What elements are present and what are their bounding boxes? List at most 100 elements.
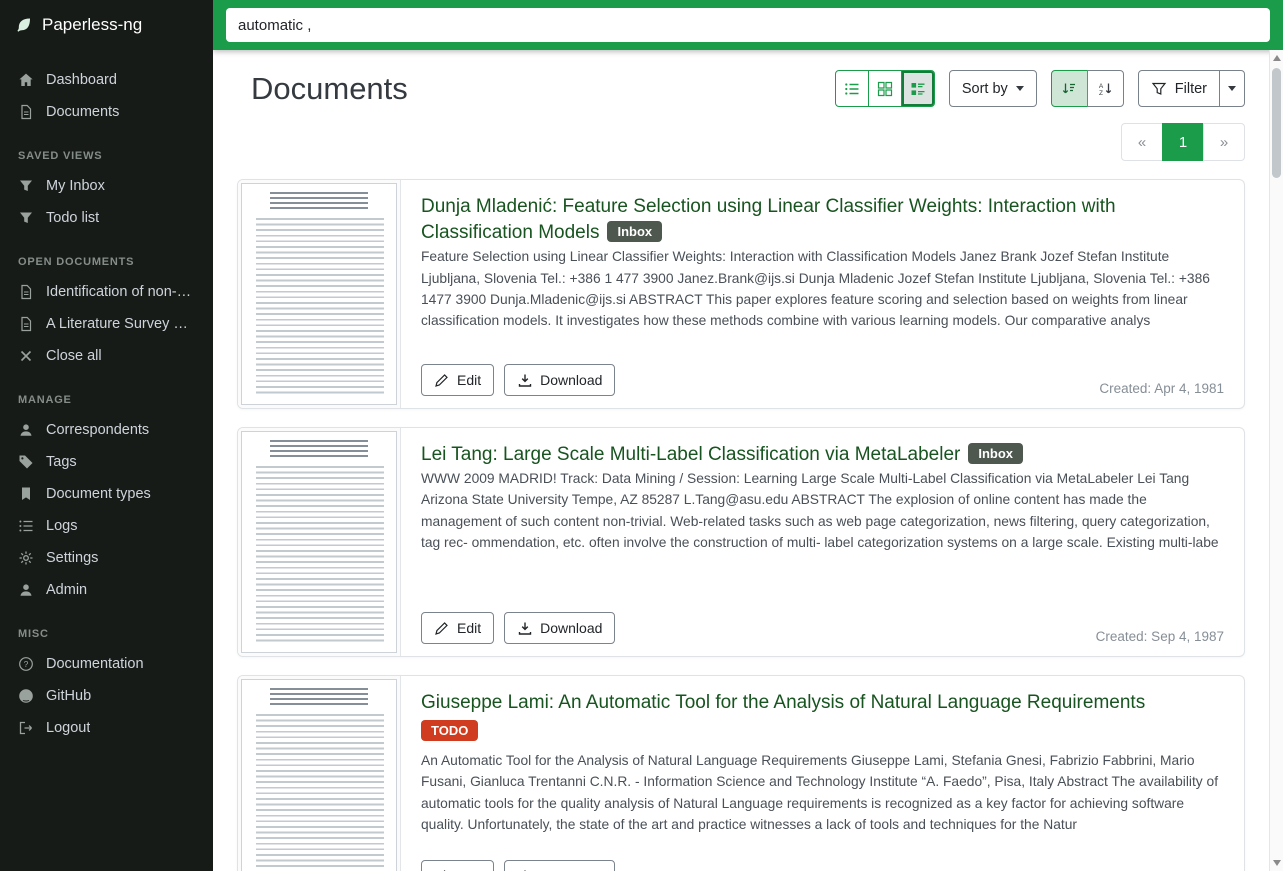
grid-view-button[interactable] bbox=[868, 70, 902, 107]
sidebar-item-document-types[interactable]: Document types bbox=[0, 478, 213, 510]
sort-descending-button[interactable] bbox=[1051, 70, 1088, 107]
top-navbar bbox=[213, 0, 1283, 50]
document-card-body: Dunja Mladenić: Feature Selection using … bbox=[401, 180, 1244, 408]
sidebar-item-todo-list[interactable]: Todo list bbox=[0, 202, 213, 234]
file-icon bbox=[18, 284, 34, 300]
document-actions: Edit Download bbox=[421, 364, 615, 396]
sidebar-item-label: Todo list bbox=[46, 210, 99, 226]
sort-alphabetical-button[interactable]: AZ bbox=[1087, 70, 1124, 107]
edit-button[interactable]: Edit bbox=[421, 860, 494, 871]
sidebar: Paperless-ng Dashboard Documents SAVED V… bbox=[0, 0, 213, 871]
sidebar-section-title: MANAGE bbox=[0, 394, 213, 406]
edit-button[interactable]: Edit bbox=[421, 612, 494, 644]
edit-button[interactable]: Edit bbox=[421, 364, 494, 396]
sidebar-item-logout[interactable]: Logout bbox=[0, 712, 213, 744]
pagination-page-1-button[interactable]: 1 bbox=[1162, 123, 1204, 161]
sidebar-item-logs[interactable]: Logs bbox=[0, 510, 213, 542]
download-button[interactable]: Download bbox=[504, 860, 615, 871]
created-date: Created: Apr 4, 1981 bbox=[1099, 381, 1224, 396]
sidebar-item-open-doc-1[interactable]: Identification of non-fu… bbox=[0, 276, 213, 308]
thumbnail-page bbox=[241, 679, 397, 871]
document-card: Dunja Mladenić: Feature Selection using … bbox=[237, 179, 1245, 409]
thumbnail-body-lines bbox=[256, 714, 384, 871]
sidebar-item-open-doc-2[interactable]: A Literature Survey on … bbox=[0, 308, 213, 340]
document-thumbnail[interactable] bbox=[238, 180, 401, 408]
svg-text:Z: Z bbox=[1099, 90, 1103, 97]
sidebar-section-open-documents: OPEN DOCUMENTS Identification of non-fu…… bbox=[0, 256, 213, 372]
tag-badge-todo[interactable]: TODO bbox=[421, 720, 478, 741]
search-input[interactable] bbox=[226, 8, 1270, 42]
home-icon bbox=[18, 72, 34, 88]
sidebar-item-my-inbox[interactable]: My Inbox bbox=[0, 170, 213, 202]
pagination-prev-button[interactable]: « bbox=[1121, 123, 1163, 161]
sidebar-section-title: MISC bbox=[0, 628, 213, 640]
vertical-scrollbar[interactable] bbox=[1269, 50, 1283, 871]
sidebar-item-admin[interactable]: Admin bbox=[0, 574, 213, 606]
sidebar-item-label: Logs bbox=[46, 518, 77, 534]
document-card-body: Giuseppe Lami: An Automatic Tool for the… bbox=[401, 676, 1244, 871]
svg-text:?: ? bbox=[24, 659, 29, 669]
app-brand[interactable]: Paperless-ng bbox=[0, 0, 213, 50]
filter-dropdown-button[interactable] bbox=[1219, 70, 1245, 107]
file-icon bbox=[18, 316, 34, 332]
document-list: Dunja Mladenić: Feature Selection using … bbox=[237, 179, 1245, 871]
sidebar-section-misc: MISC ? Documentation GitHub Logout bbox=[0, 628, 213, 744]
scrollbar-down-arrow-icon[interactable] bbox=[1273, 860, 1281, 866]
sort-alpha-icon: AZ bbox=[1097, 81, 1113, 97]
sidebar-item-label: A Literature Survey on … bbox=[46, 316, 195, 332]
document-snippet: An Automatic Tool for the Analysis of Na… bbox=[421, 750, 1224, 835]
thumbnail-body-lines bbox=[256, 466, 384, 644]
scrollbar-up-arrow-icon[interactable] bbox=[1273, 55, 1281, 61]
detail-view-button[interactable] bbox=[901, 70, 935, 107]
edit-label: Edit bbox=[457, 372, 481, 388]
filter-button[interactable]: Filter bbox=[1138, 70, 1220, 107]
thumbnail-body-lines bbox=[256, 218, 384, 396]
sidebar-item-correspondents[interactable]: Correspondents bbox=[0, 414, 213, 446]
sidebar-item-github[interactable]: GitHub bbox=[0, 680, 213, 712]
download-button[interactable]: Download bbox=[504, 612, 615, 644]
sidebar-item-dashboard[interactable]: Dashboard bbox=[0, 64, 213, 96]
sidebar-item-label: Documents bbox=[46, 104, 119, 120]
pagination-next-button[interactable]: » bbox=[1203, 123, 1245, 161]
list-view-button[interactable] bbox=[835, 70, 869, 107]
main-content: Documents Sort by bbox=[213, 50, 1269, 871]
document-thumbnail[interactable] bbox=[238, 428, 401, 656]
tag-icon bbox=[18, 454, 34, 470]
scrollbar-thumb[interactable] bbox=[1272, 68, 1281, 178]
sidebar-section-title: SAVED VIEWS bbox=[0, 150, 213, 162]
document-title-link[interactable]: Lei Tang: Large Scale Multi-Label Classi… bbox=[421, 444, 960, 465]
tag-badge-inbox[interactable]: Inbox bbox=[968, 443, 1023, 464]
document-snippet: Feature Selection using Linear Classifie… bbox=[421, 246, 1224, 331]
svg-text:A: A bbox=[1099, 83, 1104, 90]
sidebar-item-documents[interactable]: Documents bbox=[0, 96, 213, 128]
sidebar-item-label: Dashboard bbox=[46, 72, 117, 88]
download-button[interactable]: Download bbox=[504, 364, 615, 396]
sidebar-item-settings[interactable]: Settings bbox=[0, 542, 213, 574]
grid-view-icon bbox=[877, 81, 893, 97]
tag-badge-inbox[interactable]: Inbox bbox=[607, 221, 662, 242]
person-badge-icon bbox=[18, 582, 34, 598]
page-header: Documents Sort by bbox=[237, 70, 1245, 107]
document-thumbnail[interactable] bbox=[238, 676, 401, 871]
file-icon bbox=[18, 104, 34, 120]
sidebar-item-close-all[interactable]: Close all bbox=[0, 340, 213, 372]
document-title-link[interactable]: Giuseppe Lami: An Automatic Tool for the… bbox=[421, 692, 1145, 713]
gear-icon bbox=[18, 550, 34, 566]
sidebar-item-label: My Inbox bbox=[46, 178, 105, 194]
sort-by-dropdown[interactable]: Sort by bbox=[949, 70, 1037, 107]
sidebar-item-label: Logout bbox=[46, 720, 90, 736]
github-icon bbox=[18, 688, 34, 704]
thumbnail-page bbox=[241, 431, 397, 653]
detail-view-icon bbox=[910, 81, 926, 97]
sort-direction-group: AZ bbox=[1051, 70, 1124, 107]
question-circle-icon: ? bbox=[18, 656, 34, 672]
thumbnail-header-lines bbox=[270, 192, 369, 210]
sidebar-item-label: Settings bbox=[46, 550, 98, 566]
document-title-link[interactable]: Dunja Mladenić: Feature Selection using … bbox=[421, 196, 1116, 243]
download-label: Download bbox=[540, 372, 602, 388]
document-card: Giuseppe Lami: An Automatic Tool for the… bbox=[237, 675, 1245, 871]
funnel-icon bbox=[18, 210, 34, 226]
sidebar-item-documentation[interactable]: ? Documentation bbox=[0, 648, 213, 680]
sidebar-item-tags[interactable]: Tags bbox=[0, 446, 213, 478]
person-icon bbox=[18, 422, 34, 438]
